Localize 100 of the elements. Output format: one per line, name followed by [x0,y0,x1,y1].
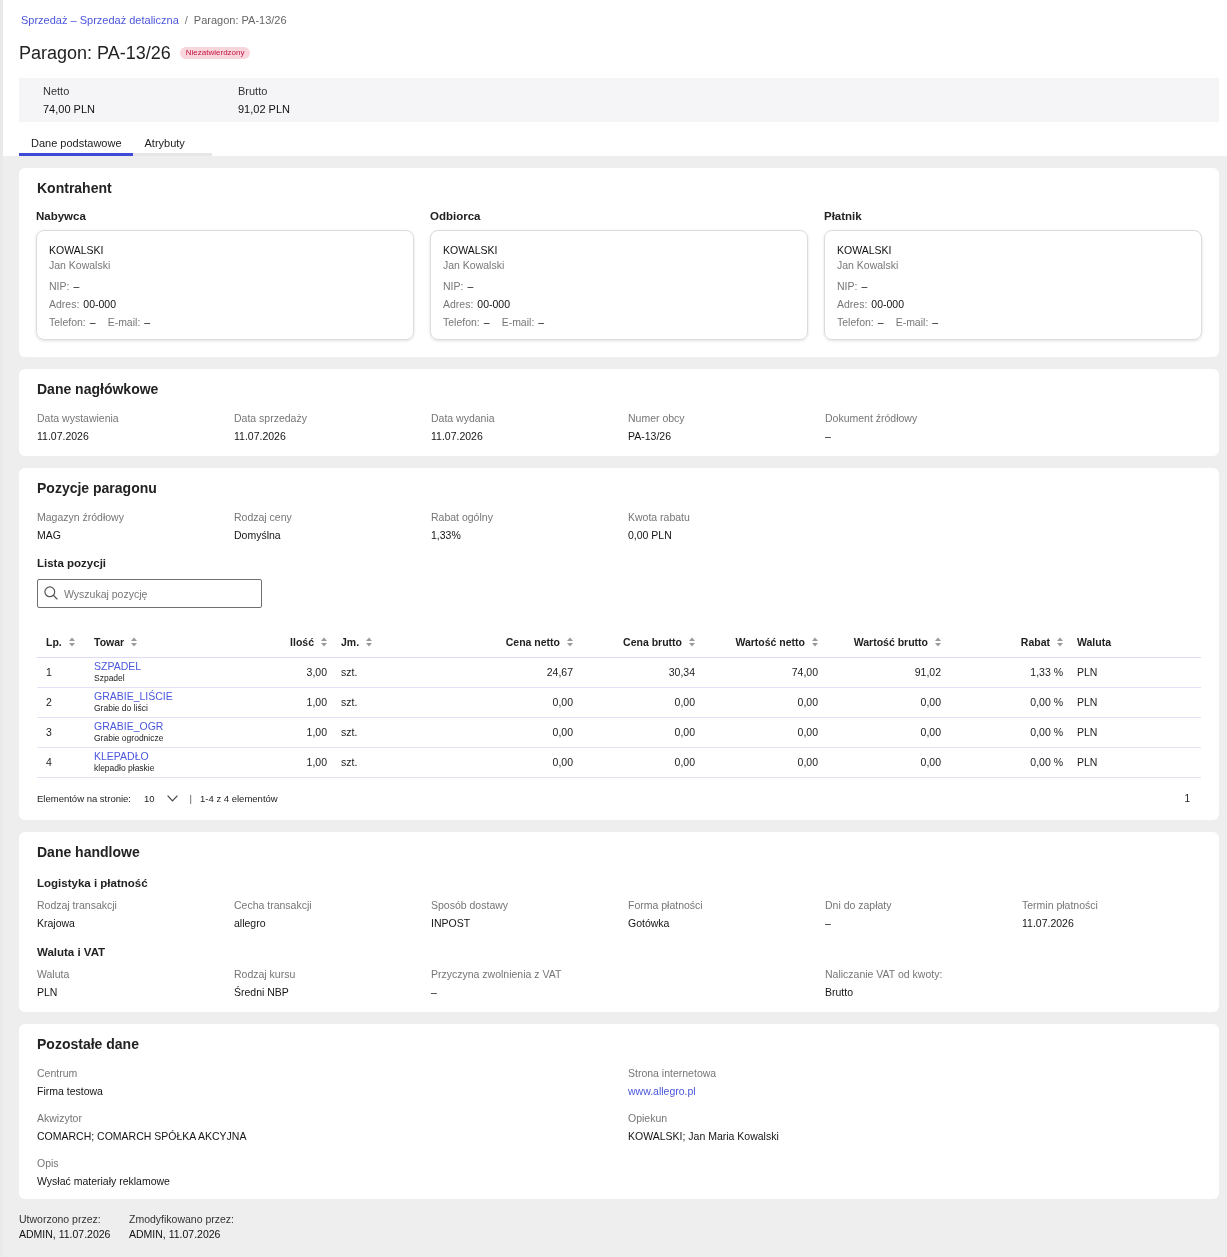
field-value: Firma testowa [37,1083,103,1099]
product-code-link[interactable]: KLEPADŁO [94,750,149,762]
table-cell: 0,00 [825,747,948,777]
party-role-label: Płatnik [824,209,862,224]
status-badge: Niezatwierdzony [179,47,251,59]
table-cell: 30,34 [580,657,702,687]
column-header[interactable]: Cena netto [420,627,580,657]
website-link[interactable]: www.allegro.pl [628,1082,696,1099]
field-label: Data sprzedaży [234,411,307,426]
party-field-label: NIP: [837,279,858,294]
table-cell: 2 [37,687,87,717]
party-name: Jan Kowalski [49,258,111,273]
field-value: PLN [37,984,58,1000]
table-cell: 0,00 [580,717,702,747]
section-title: Pozostałe dane [37,1034,139,1054]
party-field-label: Adres: [443,297,474,312]
summary-label: Brutto [238,84,268,98]
party-role-label: Nabywca [36,209,86,224]
breadcrumb-link[interactable]: Sprzedaż – Sprzedaż detaliczna [21,13,179,27]
column-header[interactable]: Jm. [334,627,420,657]
party-field-label: Telefon: [443,315,480,330]
column-header[interactable]: Cena brutto [580,627,702,657]
breadcrumb-current: Paragon: PA-13/26 [193,13,287,27]
field-label: Opiekun [628,1110,668,1126]
field-label: Forma płatności [628,897,703,913]
section-title: Dane nagłówkowe [37,380,159,399]
table-cell: 0,00 % [948,747,1070,777]
field-value: Średni NBP [234,984,289,1000]
field-value: – [431,984,437,1000]
field-label: Data wydania [431,411,495,426]
field-value: 0,00 PLN [628,528,672,543]
table-cell: 91,02 [825,657,948,687]
table-cell: 1,00 [247,747,334,777]
party-field-value: – [877,315,884,330]
table-cell: 74,00 [702,657,825,687]
product-name: Szpadel [94,673,125,684]
field-value: – [825,429,831,444]
breadcrumb-separator: / [184,13,188,27]
footer-label: Utworzono przez: [19,1211,101,1227]
table-cell: 0,00 [580,687,702,717]
field-label: Data wystawienia [37,411,119,426]
table-cell: PLN [1070,657,1201,687]
field-value: 11.07.2026 [234,429,286,444]
table-cell: 0,00 % [948,687,1070,717]
field-label: Strona internetowa [628,1065,717,1081]
footer-value: ADMIN, 11.07.2026 [19,1226,111,1241]
product-code-link[interactable]: GRABIE_LIŚCIE [94,690,173,702]
field-label: Cecha transakcji [234,897,312,913]
table-cell: 1 [37,657,87,687]
product-code-link[interactable]: GRABIE_OGR [94,720,164,732]
field-value: INPOST [431,915,471,931]
party-field-value: – [144,315,151,330]
field-value: allegro [234,915,266,931]
field-label: Numer obcy [628,411,685,426]
product-name: Grabie do liści [94,703,148,714]
table-cell: 3 [37,717,87,747]
page-number-button[interactable]: 1 [1182,793,1192,804]
column-header[interactable]: Towar [87,627,247,657]
page-size-label: Elementów na stronie: [37,793,131,804]
table-cell: 24,67 [420,657,580,687]
table-cell: 0,00 [702,687,825,717]
field-label: Rodzaj transakcji [37,897,117,913]
column-header[interactable]: Wartość brutto [825,627,948,657]
product-code-link[interactable]: SZPADEL [94,660,142,672]
chevron-down-icon [166,795,178,802]
field-label: Termin płatności [1022,897,1098,913]
party-name: Jan Kowalski [443,258,505,273]
table-cell: 3,00 [247,657,334,687]
party-field-label: Adres: [837,297,868,312]
column-header[interactable]: Wartość netto [702,627,825,657]
field-value: Wysłać materiały reklamowe [37,1173,170,1189]
column-header[interactable]: Rabat [948,627,1070,657]
party-field-value: – [467,279,474,294]
party-code: KOWALSKI [837,243,892,258]
product-name: klepadło płaskie [94,763,155,774]
subsection-title: Waluta i VAT [37,944,106,960]
field-value: Krajowa [37,915,75,931]
field-label: Rodzaj ceny [234,510,292,525]
field-value: 11.07.2026 [431,429,483,444]
party-field-label: E-mail: [107,315,141,330]
field-value: – [825,915,831,931]
field-value: KOWALSKI; Jan Maria Kowalski [628,1128,779,1144]
summary-value: 91,02 PLN [238,102,290,117]
field-label: Dni do zapłaty [825,897,892,913]
table-cell: szt. [334,657,420,687]
search-field[interactable]: Wyszukaj pozycję [37,579,262,608]
tab[interactable]: Atrybuty [132,130,196,156]
page-size-select[interactable]: 10 [144,790,178,807]
field-label: Przyczyna zwolnienia z VAT [431,966,562,982]
field-label: Waluta [37,966,70,982]
column-header[interactable]: Lp. [37,627,87,657]
table-cell: 1,00 [247,687,334,717]
party-field-label: Adres: [49,297,80,312]
table-cell: szt. [334,687,420,717]
field-label: Naliczanie VAT od kwoty: [825,966,943,982]
section-title: Kontrahent [37,179,112,198]
column-header[interactable]: Ilość [247,627,334,657]
column-header: Waluta [1070,627,1201,657]
field-value: Brutto [825,984,853,1000]
field-value: 11.07.2026 [37,429,89,444]
